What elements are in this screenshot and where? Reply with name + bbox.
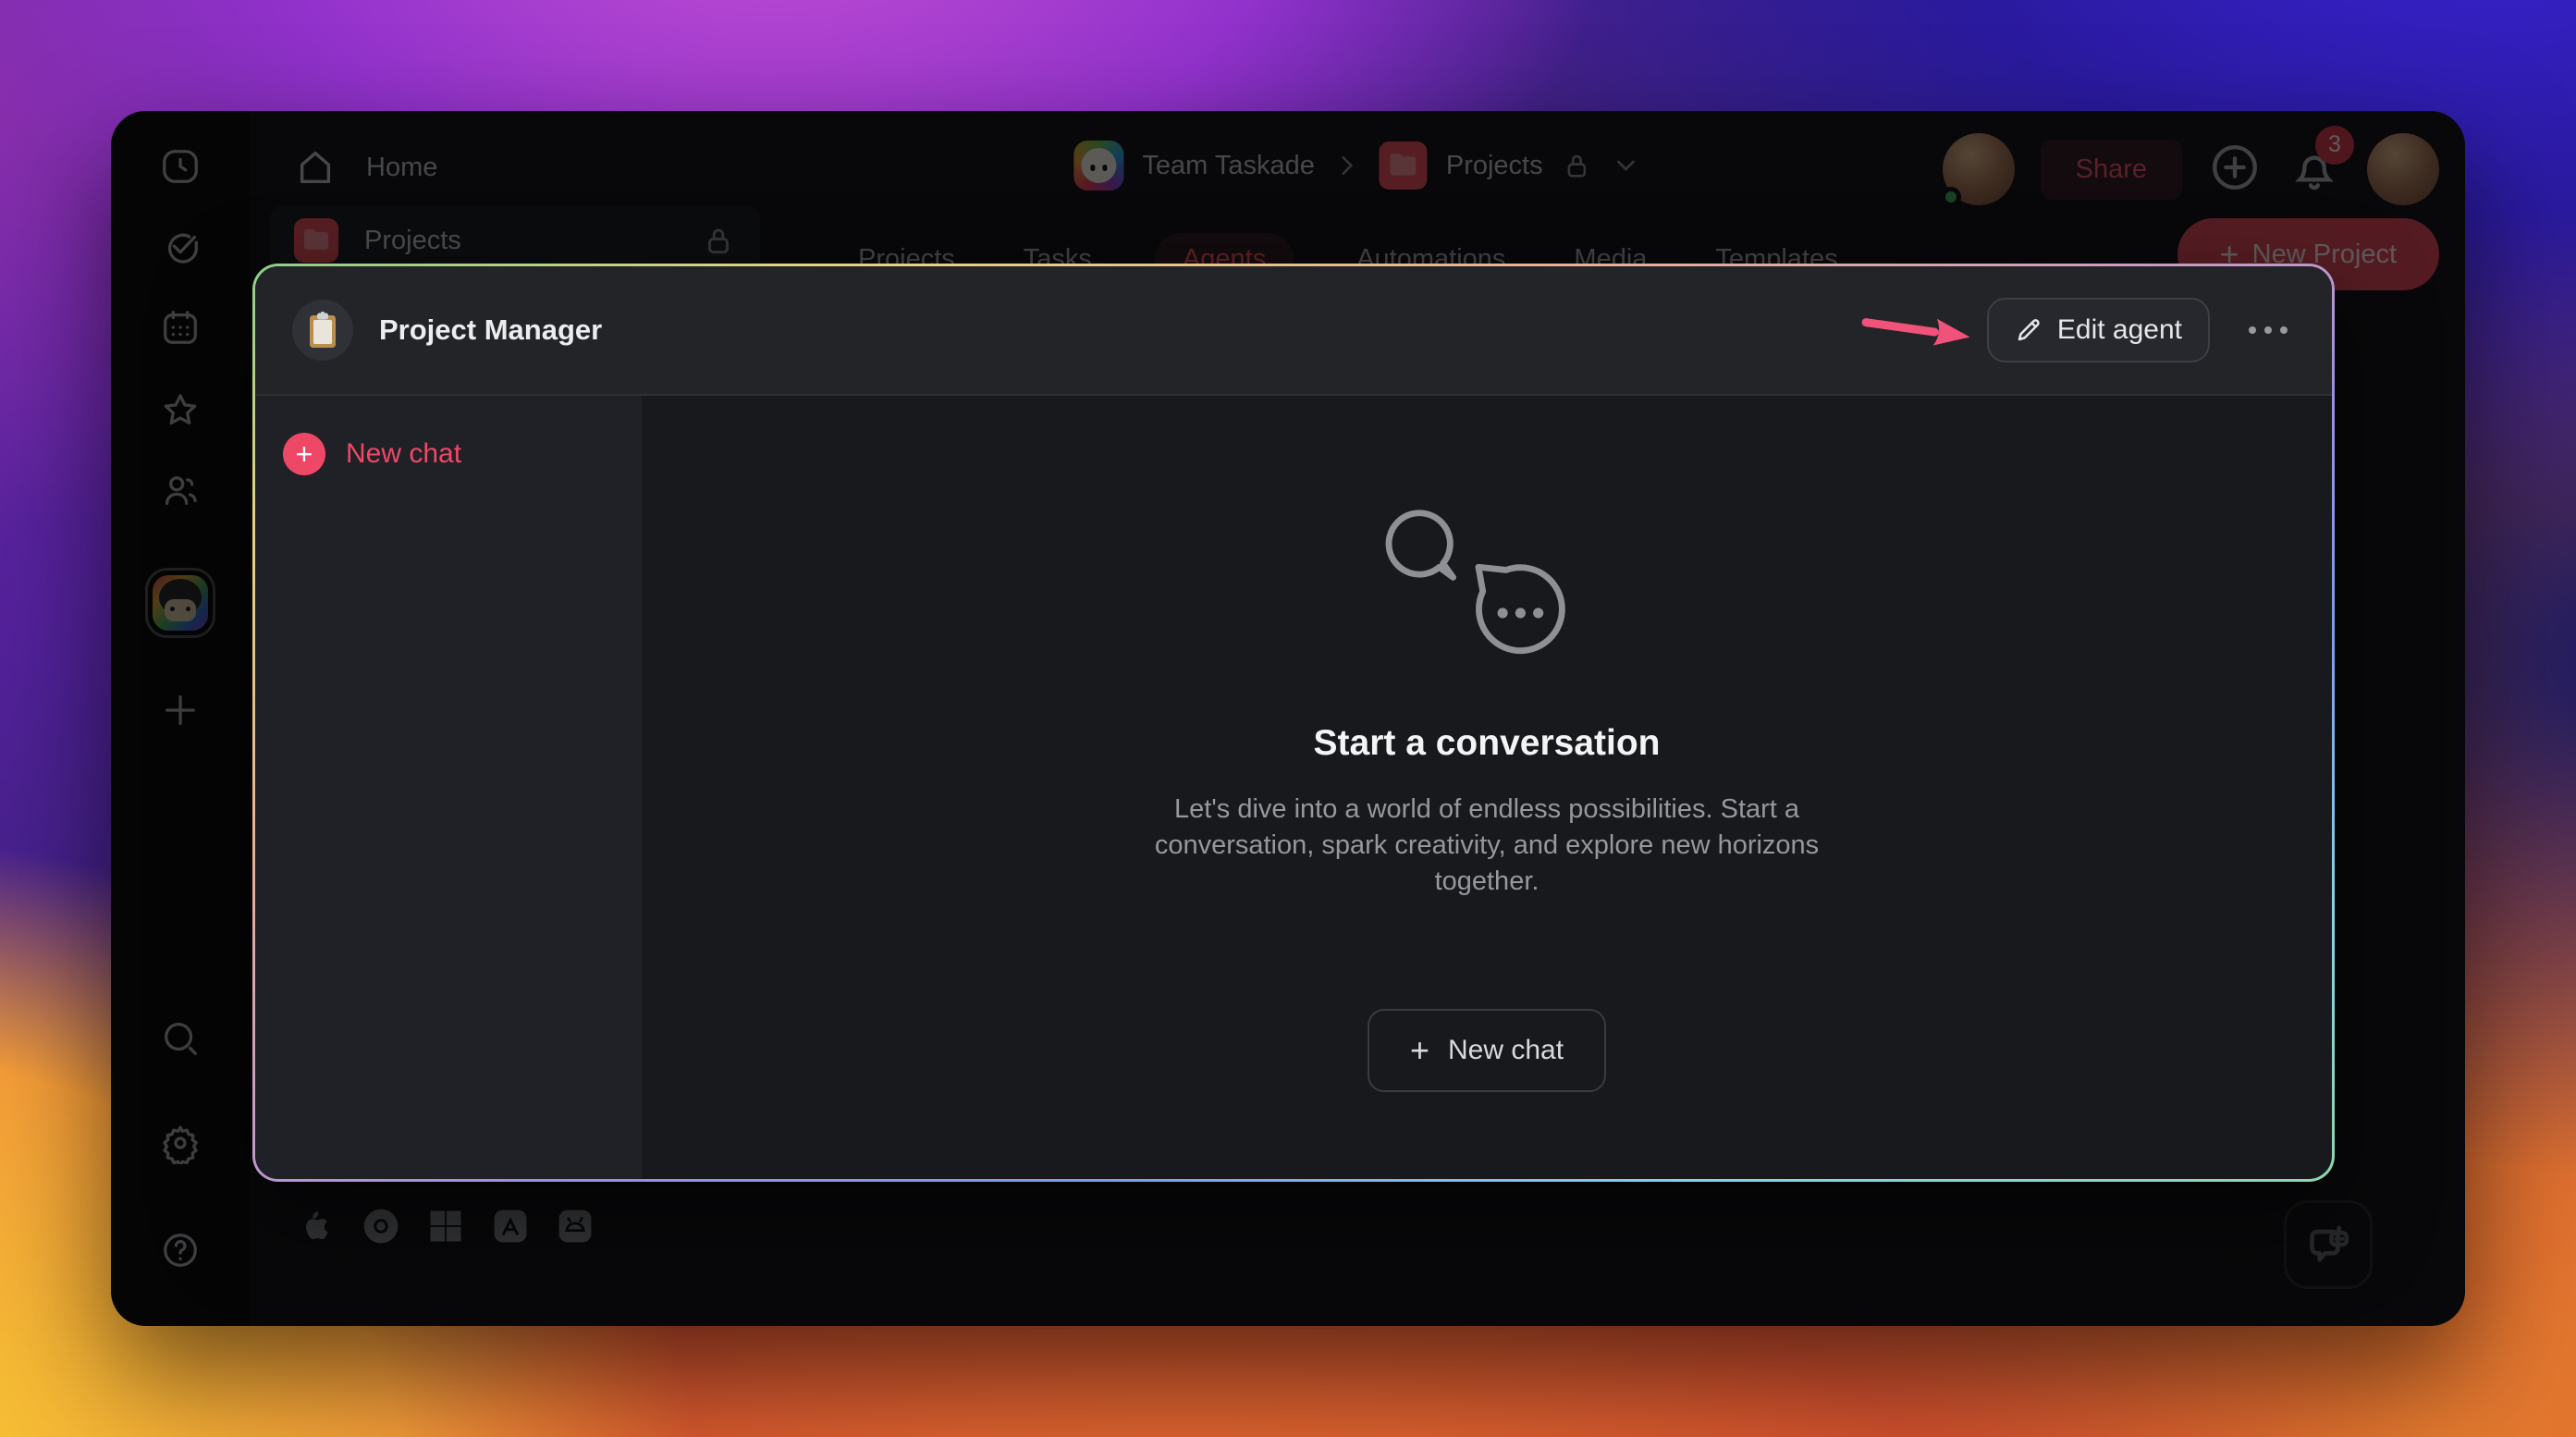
empty-state-title: Start a conversation xyxy=(1313,722,1661,763)
modal-header-actions: Edit agent xyxy=(1858,298,2291,362)
new-chat-label: New chat xyxy=(346,438,462,469)
edit-agent-button[interactable]: Edit agent xyxy=(1986,298,2210,362)
new-chat-button[interactable]: + New chat xyxy=(1367,1008,1607,1092)
agent-chat-modal-body: Project Manager Edit agent + New chat St… xyxy=(255,266,2332,1179)
pencil-icon xyxy=(2018,319,2040,341)
empty-state-description: Let's dive into a world of endless possi… xyxy=(1154,793,1820,896)
chat-main-area: Start a conversation Let's dive into a w… xyxy=(642,396,2332,1179)
desktop-background: Home Projects Team Taskade Projects xyxy=(0,0,2576,1437)
modal-title: Project Manager xyxy=(379,313,603,346)
agent-chat-modal: Project Manager Edit agent + New chat St… xyxy=(252,264,2335,1182)
modal-header: Project Manager Edit agent xyxy=(255,266,2332,396)
new-chat-button-label: New chat xyxy=(1447,1034,1564,1065)
chat-list-panel: + New chat xyxy=(255,396,642,1179)
edit-agent-label: Edit agent xyxy=(2056,314,2182,345)
annotation-arrow xyxy=(1861,318,1970,346)
plus-circle-icon: + xyxy=(283,433,325,475)
chat-bubbles-icon xyxy=(1378,502,1596,675)
modal-body: + New chat Start a conversation Let's di… xyxy=(255,396,2332,1179)
clipboard-agent-icon xyxy=(292,300,353,361)
new-chat-item[interactable]: + New chat xyxy=(283,433,642,475)
more-options-icon[interactable] xyxy=(2245,317,2291,343)
